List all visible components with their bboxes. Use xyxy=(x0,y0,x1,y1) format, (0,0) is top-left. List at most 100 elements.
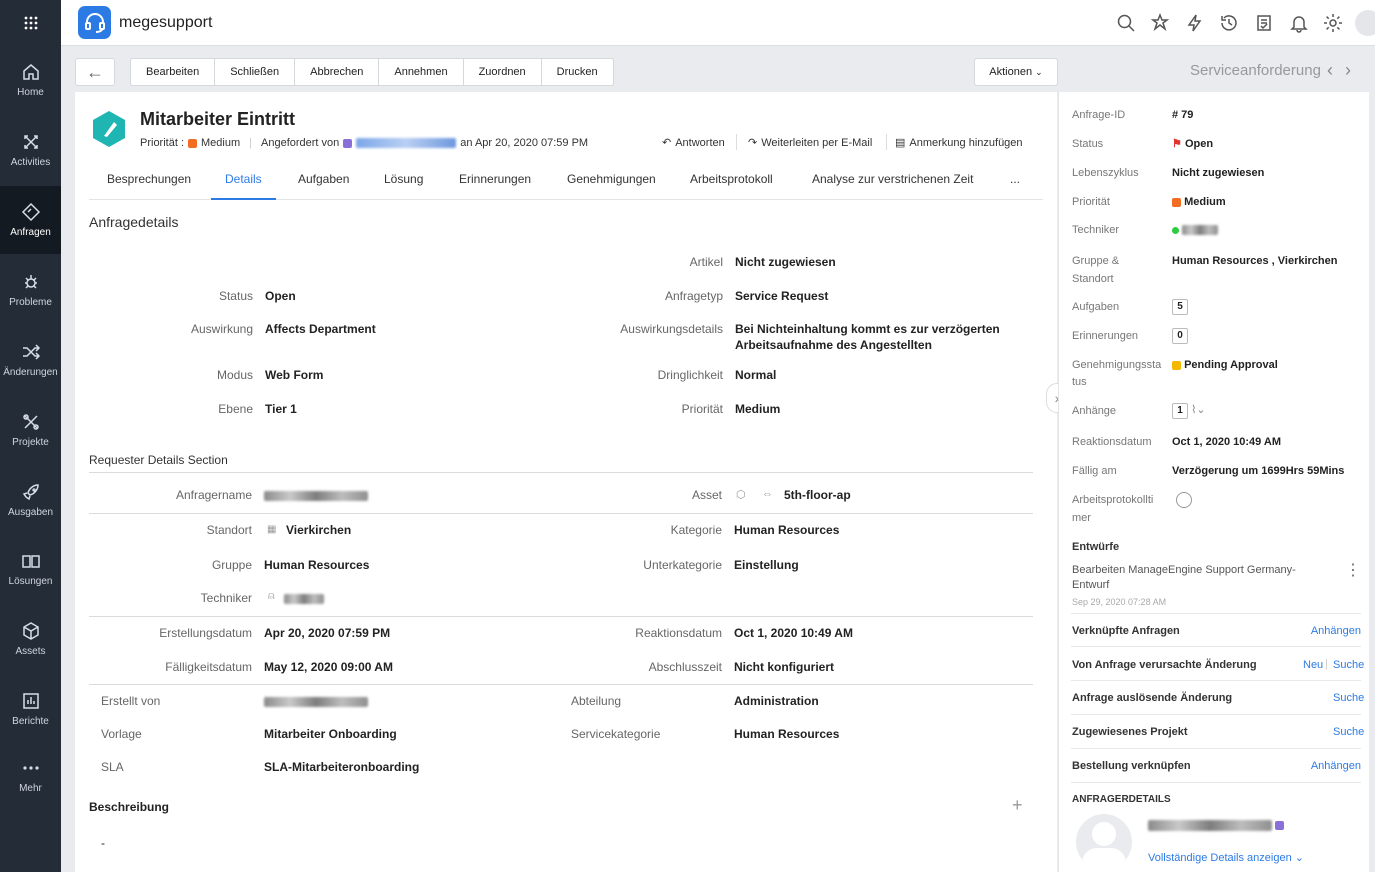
tab-arbeitsprotokoll[interactable]: Arbeitsprotokoll xyxy=(690,172,773,200)
close-button[interactable]: Schließen xyxy=(215,59,296,85)
nav-item-mehr[interactable]: Mehr xyxy=(0,742,61,810)
nav-item-projekte[interactable]: Projekte xyxy=(0,396,61,464)
kebab-menu-icon[interactable]: ⋮ xyxy=(1345,563,1361,579)
project-search-link[interactable]: Suche xyxy=(1333,726,1364,738)
nav-item-berichte[interactable]: Berichte xyxy=(0,675,61,743)
field-label: Reaktionsdatum xyxy=(635,626,722,640)
prop-attachments[interactable]: 1 ⌇⌄ xyxy=(1172,402,1206,419)
field-label: Fälligkeitsdatum xyxy=(165,660,252,674)
order-attach-link[interactable]: Anhängen xyxy=(1299,760,1361,772)
left-nav: Home Activities Anfragen Probleme Änderu… xyxy=(0,0,61,872)
prop-approval[interactable]: Pending Approval xyxy=(1172,357,1278,374)
prop-label: Standort xyxy=(1072,273,1114,285)
nav-item-anfragen[interactable]: Anfragen xyxy=(0,186,61,254)
search-icon[interactable] xyxy=(1116,13,1136,33)
actions-dropdown[interactable]: Aktionen ⌄ xyxy=(974,58,1058,86)
gear-icon[interactable] xyxy=(1323,13,1343,33)
properties-panel: Anfrage-ID # 79 Status ⚑ Open Lebenszykl… xyxy=(1058,92,1369,872)
divider xyxy=(89,684,1033,685)
priority-value: Medium xyxy=(201,137,241,149)
prop-priority[interactable]: Medium xyxy=(1172,194,1226,211)
prev-record-icon[interactable]: ‹ xyxy=(1327,60,1345,80)
app-logo-icon[interactable] xyxy=(78,6,111,39)
reply-button[interactable]: ↶ Antworten xyxy=(662,136,725,150)
field-label: Abteilung xyxy=(571,694,622,708)
divider xyxy=(736,134,737,150)
tab-erinnerungen[interactable]: Erinnerungen xyxy=(459,172,531,200)
nav-item-loesungen[interactable]: Lösungen xyxy=(0,535,61,603)
prop-group[interactable]: Human Resources , Vierkirchen xyxy=(1172,253,1337,270)
quick-create-icon[interactable] xyxy=(1150,12,1170,33)
linked-attach-link[interactable]: Anhängen xyxy=(1299,625,1361,637)
caused-new-link[interactable]: Neu xyxy=(1303,659,1323,671)
tab-genehmigungen[interactable]: Genehmigungen xyxy=(567,172,656,200)
approval-color-icon xyxy=(1172,360,1181,370)
asset-link-icon[interactable]: ⇔ xyxy=(762,488,773,500)
full-details-link[interactable]: Vollständige Details anzeigen ⌄ xyxy=(1148,851,1304,864)
nav-item-home[interactable]: Home xyxy=(0,46,61,114)
accept-button[interactable]: Annehmen xyxy=(379,59,464,85)
nav-label: Änderungen xyxy=(3,367,58,378)
prop-tasks[interactable]: 5 xyxy=(1172,298,1188,315)
tab-besprechungen[interactable]: Besprechungen xyxy=(107,172,191,200)
add-note-button[interactable]: ▤ Anmerkung hinzufügen xyxy=(895,136,1023,150)
bell-icon[interactable] xyxy=(1289,13,1309,33)
field-gruppe: Human Resources xyxy=(264,558,370,572)
timer-icon[interactable] xyxy=(1176,492,1192,508)
tab-more[interactable]: ... xyxy=(1010,172,1020,200)
field-auswirkung: Affects Department xyxy=(265,322,376,336)
tab-analyse[interactable]: Analyse zur verstrichenen Zeit xyxy=(812,172,973,200)
book-icon xyxy=(21,555,40,568)
app-grid-icon[interactable] xyxy=(0,0,61,46)
divider xyxy=(1071,714,1361,715)
divider xyxy=(89,616,1033,617)
drafts-title: Entwürfe xyxy=(1072,541,1120,553)
nav-item-assets[interactable]: Assets xyxy=(0,605,61,673)
field-label: Modus xyxy=(216,368,253,382)
draft-item-2[interactable]: Entwurf xyxy=(1072,577,1109,594)
nav-item-ausgaben[interactable]: Ausgaben xyxy=(0,466,61,534)
print-button[interactable]: Drucken xyxy=(542,59,613,85)
field-label: Standort xyxy=(206,523,252,537)
rocket-icon xyxy=(22,484,39,501)
prop-reminders[interactable]: 0 xyxy=(1172,327,1188,344)
checklist-icon[interactable] xyxy=(1254,13,1274,33)
cancel-button[interactable]: Abbrechen xyxy=(295,59,380,85)
assign-button[interactable]: Zuordnen xyxy=(464,59,542,85)
toolbar-buttons: Bearbeiten Schließen Abbrechen Annehmen … xyxy=(130,58,614,86)
field-asset[interactable]: 5th-floor-ap xyxy=(784,488,851,502)
paperclip-icon: ⌇⌄ xyxy=(1191,404,1206,416)
request-meta: Priorität : Medium | Angefordert von an … xyxy=(140,137,589,149)
divider xyxy=(1071,782,1361,783)
divider xyxy=(1071,748,1361,749)
next-record-icon[interactable]: › xyxy=(1345,60,1363,80)
prop-lifecycle[interactable]: Nicht zugewiesen xyxy=(1172,165,1264,182)
tab-loesung[interactable]: Lösung xyxy=(384,172,423,200)
lightning-icon[interactable] xyxy=(1185,13,1205,33)
field-auswirkungsdetails: Bei Nichteinhaltung kommt es zur verzöge… xyxy=(735,322,1000,336)
nav-item-aenderungen[interactable]: Änderungen xyxy=(0,326,61,394)
tab-aufgaben[interactable]: Aufgaben xyxy=(298,172,349,200)
history-icon[interactable] xyxy=(1219,13,1239,33)
forward-button[interactable]: ↷ Weiterleiten per E-Mail xyxy=(748,136,872,150)
asset-cube-icon: ⬡ xyxy=(736,489,746,501)
prop-status[interactable]: ⚑ Open xyxy=(1172,136,1213,153)
caused-search-link[interactable]: Suche xyxy=(1333,659,1364,671)
tab-details[interactable]: Details xyxy=(211,172,276,200)
projects-icon xyxy=(22,414,39,430)
avatar[interactable] xyxy=(1355,10,1375,36)
prop-label: Fällig am xyxy=(1072,465,1117,477)
prop-label: Techniker xyxy=(1072,224,1120,236)
back-button[interactable]: ← xyxy=(75,58,115,86)
prop-label: Lebenszyklus xyxy=(1072,167,1139,179)
nav-item-activities[interactable]: Activities xyxy=(0,116,61,184)
prop-technician[interactable] xyxy=(1172,222,1219,239)
nav-label: Mehr xyxy=(19,783,42,794)
requester-name-link[interactable] xyxy=(356,138,457,148)
field-dringlichkeit: Normal xyxy=(735,368,777,382)
trigger-change-title: Anfrage auslösende Änderung xyxy=(1072,692,1233,704)
edit-button[interactable]: Bearbeiten xyxy=(131,59,216,85)
add-description-icon[interactable]: + xyxy=(1012,795,1023,816)
trigger-search-link[interactable]: Suche xyxy=(1333,692,1364,704)
nav-item-probleme[interactable]: Probleme xyxy=(0,256,61,324)
